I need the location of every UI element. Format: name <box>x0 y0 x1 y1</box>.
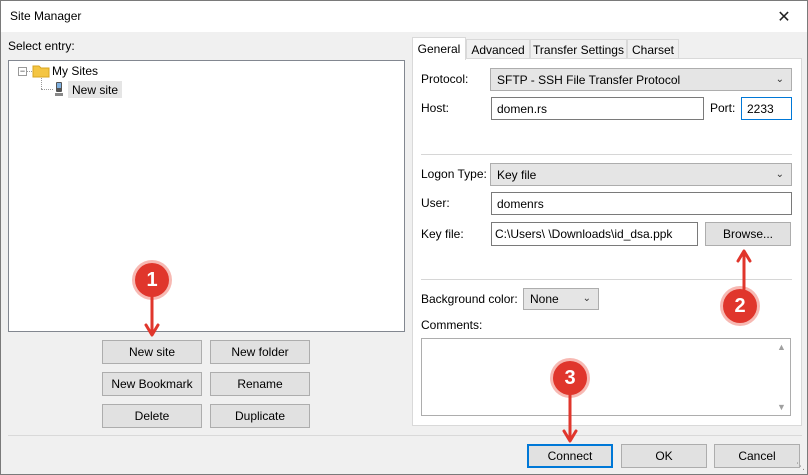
tab-label: General <box>417 42 461 56</box>
annotation-arrows <box>144 249 752 443</box>
site-manager-window: Site Manager ✕ Select entry: − My Sites … <box>0 0 808 475</box>
tab-general[interactable]: General <box>412 37 466 60</box>
